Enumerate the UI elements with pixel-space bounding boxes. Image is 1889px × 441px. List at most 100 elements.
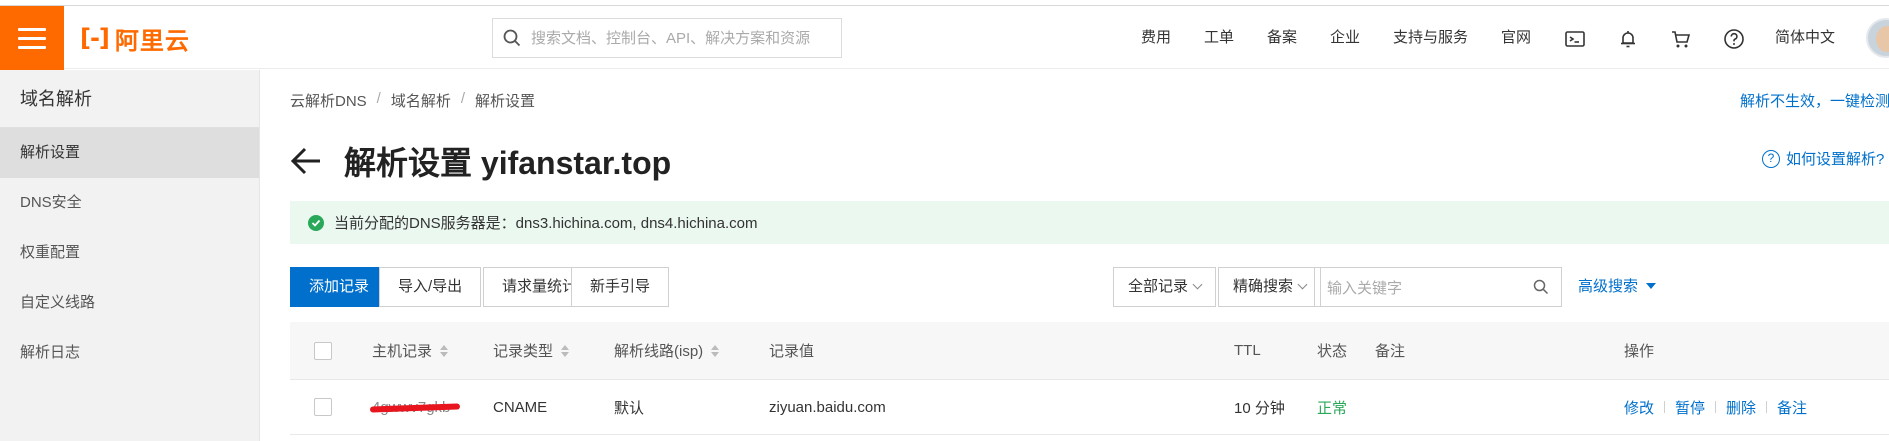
- language-switcher[interactable]: 简体中文: [1775, 6, 1835, 70]
- pause-link[interactable]: 暂停: [1675, 397, 1705, 418]
- import-export-button[interactable]: 导入/导出: [379, 267, 482, 307]
- delete-link[interactable]: 删除: [1726, 397, 1756, 418]
- select-all-checkbox[interactable]: [314, 341, 332, 360]
- menu-line: [18, 27, 46, 31]
- action-divider: [1664, 401, 1666, 413]
- host-cell: 4gwwv7gkb: [369, 380, 461, 434]
- table-header-row: 主机记录 记录类型 解析线路(isp) 记录值 TTL 状态 备注 操作: [290, 322, 1889, 380]
- breadcrumb-separator: /: [460, 90, 466, 107]
- logo-text: 阿里云: [114, 27, 190, 55]
- edit-link[interactable]: 修改: [1624, 397, 1654, 418]
- breadcrumb: 云解析DNS / 域名解析 / 解析设置: [290, 90, 535, 111]
- page-title: 解析设置 yifanstar.top: [344, 145, 672, 181]
- breadcrumb-separator: /: [376, 90, 381, 107]
- sidebar-item-dns-security[interactable]: DNS安全: [0, 178, 259, 228]
- column-header-value: 记录值: [769, 343, 815, 360]
- search-icon: [503, 29, 521, 47]
- record-toolbar: 添加记录 导入/导出 请求量统计 新手引导 全部记录 精确搜索 输入关键字 高级…: [290, 267, 1889, 309]
- hamburger-menu-button[interactable]: [0, 6, 64, 70]
- record-filter-select[interactable]: 全部记录: [1113, 267, 1217, 307]
- nav-enterprise[interactable]: 企业: [1330, 6, 1360, 70]
- sidebar-item-dns-settings[interactable]: 解析设置: [0, 128, 259, 178]
- sidebar: 域名解析 解析设置 DNS安全 权重配置 自定义线路 解析日志: [0, 70, 260, 441]
- aliyun-logo[interactable]: [-] 阿里云: [80, 22, 190, 55]
- value-cell: ziyuan.baidu.com: [769, 398, 886, 416]
- dns-records-table: 主机记录 记录类型 解析线路(isp) 记录值 TTL 状态 备注 操作 CNA…: [290, 322, 1889, 435]
- sort-icon: [440, 344, 449, 357]
- user-avatar[interactable]: [1866, 18, 1889, 58]
- keyword-placeholder: 输入关键字: [1327, 279, 1403, 297]
- aliyun-logo-mark-icon: [-]: [80, 24, 110, 52]
- avatar-face: [1876, 26, 1889, 52]
- nav-official-site[interactable]: 官网: [1501, 6, 1531, 70]
- action-divider: [1766, 401, 1768, 413]
- terminal-icon[interactable]: [1564, 28, 1586, 50]
- page-header: 解析设置 yifanstar.top: [290, 138, 671, 184]
- search-input[interactable]: [531, 29, 831, 47]
- sidebar-item-custom-lines[interactable]: 自定义线路: [0, 278, 259, 328]
- line-cell: 默认: [614, 399, 645, 417]
- search-mode-select[interactable]: 精确搜索: [1218, 267, 1322, 307]
- search-mode-value: 精确搜索: [1233, 278, 1294, 295]
- cart-icon[interactable]: [1670, 28, 1692, 50]
- nav-tickets[interactable]: 工单: [1204, 6, 1234, 70]
- action-divider: [1715, 401, 1717, 413]
- table-row: 4gwwv7gkb CNAME 默认 ziyuan.baidu.com 10 分…: [290, 380, 1889, 435]
- nav-fees[interactable]: 费用: [1141, 6, 1171, 70]
- caret-down-icon: [1646, 283, 1657, 289]
- menu-line: [18, 36, 46, 40]
- back-arrow-icon[interactable]: [290, 147, 322, 175]
- how-to-setup-label: 如何设置解析?: [1786, 151, 1885, 168]
- help-icon[interactable]: [1723, 28, 1745, 50]
- check-circle-icon: [308, 214, 324, 231]
- advanced-search-toggle[interactable]: 高级搜索: [1578, 267, 1657, 307]
- row-checkbox[interactable]: [314, 398, 332, 416]
- column-header-ttl: TTL: [1234, 342, 1261, 359]
- advanced-search-label: 高级搜索: [1578, 278, 1639, 295]
- add-record-button[interactable]: 添加记录: [290, 267, 389, 307]
- column-header-host[interactable]: 主机记录: [372, 322, 449, 379]
- column-header-line[interactable]: 解析线路(isp): [614, 322, 720, 379]
- top-navbar: [-] 阿里云 费用 工单 备案 企业 支持与服务 官网 简体中文: [0, 5, 1889, 70]
- chevron-down-icon: [1192, 279, 1203, 290]
- select-all-cell: [314, 322, 332, 379]
- breadcrumb-item[interactable]: 云解析DNS: [290, 90, 367, 111]
- sidebar-item-dns-logs[interactable]: 解析日志: [0, 328, 259, 378]
- dns-check-link[interactable]: 解析不生效，一键检测: [1740, 90, 1889, 111]
- notice-text: 当前分配的DNS服务器是：dns3.hichina.com, dns4.hich…: [334, 215, 758, 232]
- bell-icon[interactable]: [1617, 28, 1639, 50]
- ttl-cell: 10 分钟: [1234, 399, 1285, 417]
- how-to-setup-link[interactable]: ? 如何设置解析?: [1762, 148, 1884, 169]
- menu-line: [18, 45, 46, 49]
- column-header-actions: 操作: [1624, 343, 1655, 360]
- main-content: 云解析DNS / 域名解析 / 解析设置 解析不生效，一键检测 解析设置 yif…: [261, 70, 1889, 441]
- row-select-cell: [314, 380, 332, 434]
- breadcrumb-item[interactable]: 域名解析: [391, 90, 451, 111]
- column-header-label: 解析线路(isp): [614, 343, 704, 360]
- breadcrumb-current: 解析设置: [475, 93, 536, 110]
- status-cell: 正常: [1317, 399, 1348, 417]
- global-search[interactable]: [492, 18, 842, 58]
- search-icon[interactable]: [1533, 279, 1549, 295]
- actions-cell: 修改 暂停 删除 备注: [1624, 380, 1807, 434]
- column-header-type[interactable]: 记录类型: [493, 322, 570, 379]
- keyword-search-input[interactable]: 输入关键字: [1314, 267, 1562, 307]
- chevron-down-icon: [1297, 279, 1308, 290]
- column-header-remark: 备注: [1375, 343, 1406, 360]
- column-header-status: 状态: [1317, 343, 1348, 360]
- question-circle-icon: ?: [1762, 149, 1780, 168]
- sort-icon: [561, 344, 570, 357]
- host-value-redacted: 4gwwv7gkb: [369, 399, 461, 416]
- remark-link[interactable]: 备注: [1777, 397, 1807, 418]
- column-header-label: 记录类型: [493, 343, 554, 360]
- nav-icp-filing[interactable]: 备案: [1267, 6, 1297, 70]
- sort-icon: [711, 344, 720, 357]
- sidebar-item-weight-config[interactable]: 权重配置: [0, 228, 259, 278]
- sidebar-title: 域名解析: [0, 70, 259, 128]
- nav-support[interactable]: 支持与服务: [1393, 6, 1468, 70]
- column-header-label: 主机记录: [372, 343, 433, 360]
- type-cell: CNAME: [493, 398, 548, 416]
- beginner-guide-button[interactable]: 新手引导: [571, 267, 670, 307]
- dns-server-notice: 当前分配的DNS服务器是：dns3.hichina.com, dns4.hich…: [290, 201, 1889, 244]
- record-filter-value: 全部记录: [1128, 278, 1189, 295]
